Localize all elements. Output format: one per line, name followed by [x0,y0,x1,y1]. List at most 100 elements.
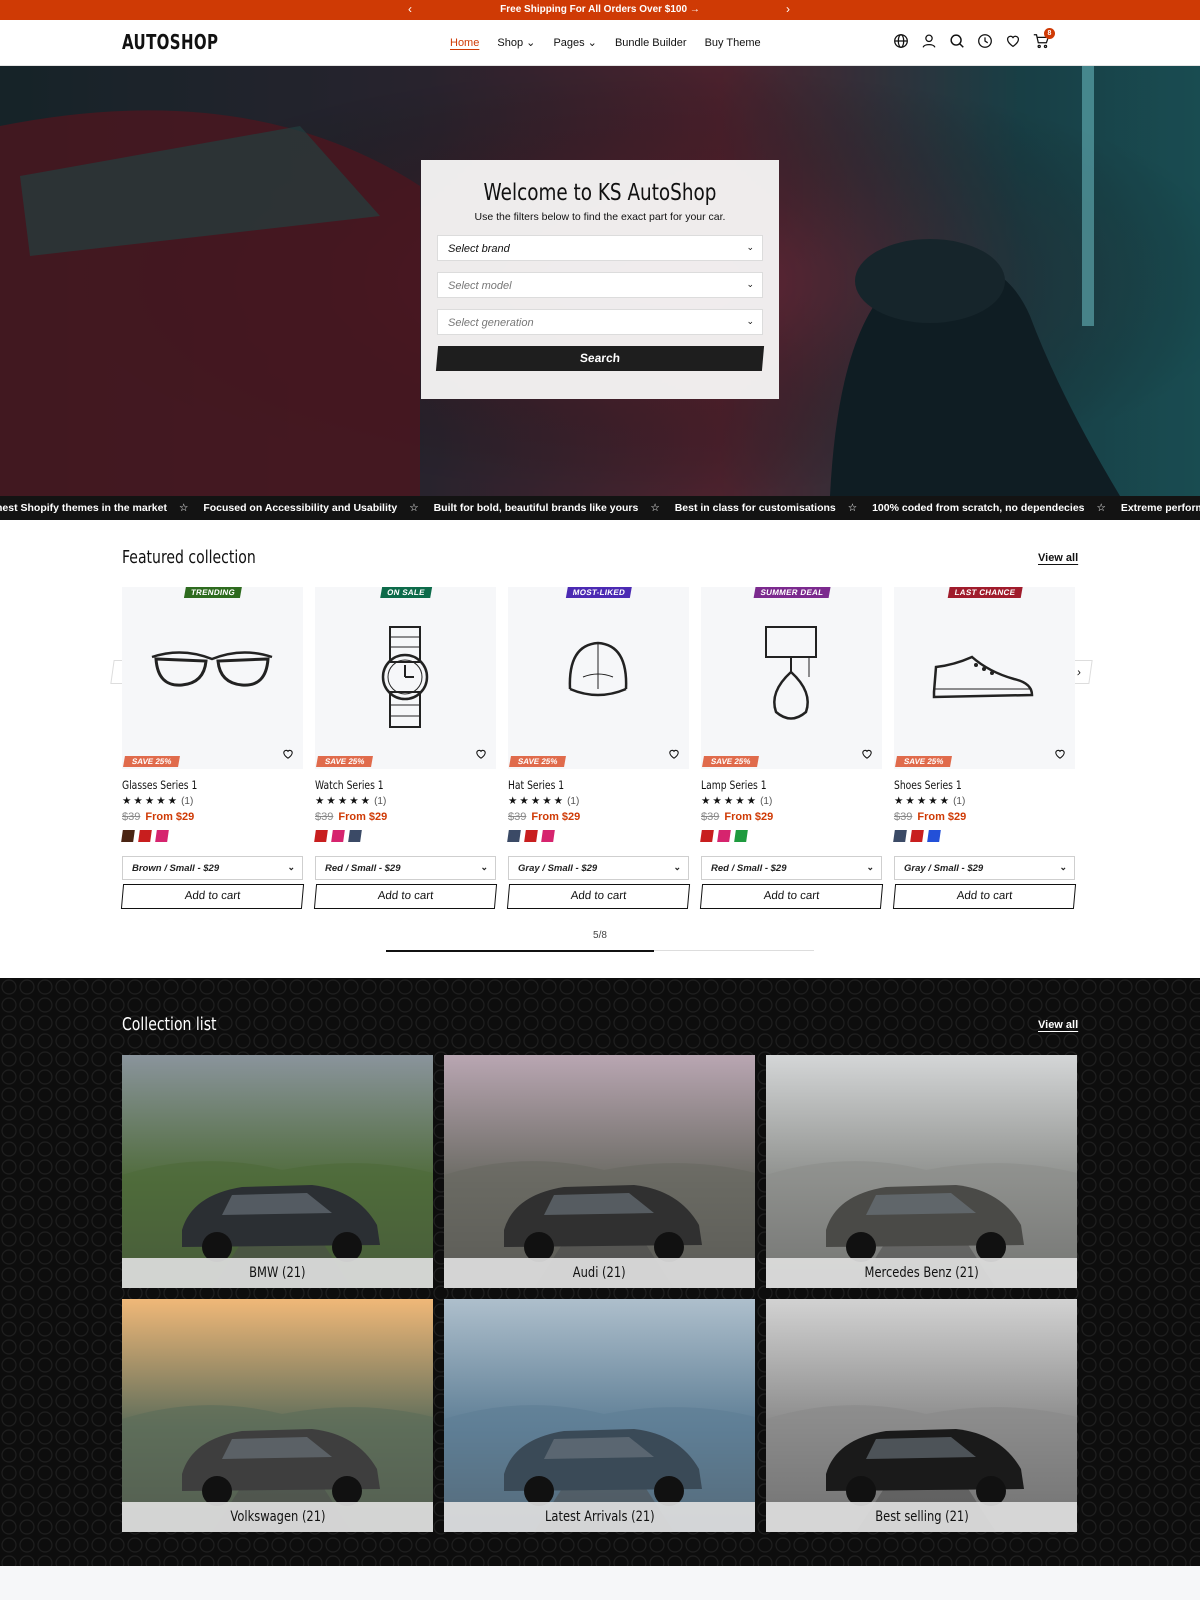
color-swatch[interactable] [331,830,345,842]
product-badge: TRENDING [183,587,242,598]
nav-shop[interactable]: Shop ⌄ [497,36,535,49]
price: $39 From $29 [315,811,496,823]
collection-tile[interactable]: Latest Arrivals (21) [444,1299,755,1532]
logo[interactable]: AUTOSHOP [122,30,218,54]
wishlist-heart-icon[interactable] [667,747,681,761]
user-icon[interactable] [920,32,938,50]
select-model[interactable]: Select model ⌄ [437,272,763,298]
collection-label-text: Mercedes Benz (21) [864,1265,979,1281]
color-swatch[interactable] [927,830,941,842]
product-card[interactable]: SUMMER DEAL SAVE 25% Lamp Series 1 ★★★★★… [699,587,884,909]
wishlist-heart-icon[interactable] [860,747,874,761]
product-name[interactable]: Lamp Series 1 [701,778,846,792]
nav-home[interactable]: Home [450,37,479,49]
select-brand[interactable]: Select brand ⌄ [437,235,763,261]
select-generation[interactable]: Select generation ⌄ [437,309,763,335]
wishlist-heart-icon[interactable] [281,747,295,761]
star-icon: ☆ [178,502,189,514]
product-name[interactable]: Glasses Series 1 [122,778,267,792]
collection-label[interactable]: Latest Arrivals (21) [444,1502,755,1532]
clock-icon[interactable] [976,32,994,50]
chevron-down-icon: ⌄ [746,279,754,289]
old-price: $39 [315,811,334,823]
color-swatch[interactable] [138,830,152,842]
color-swatch[interactable] [155,830,169,842]
add-to-cart-button[interactable]: Add to cart [892,884,1077,909]
color-swatch[interactable] [541,830,555,842]
collection-tile[interactable]: Mercedes Benz (21) [766,1055,1077,1288]
color-swatch[interactable] [524,830,538,842]
collection-label[interactable]: Best selling (21) [766,1502,1077,1532]
product-image[interactable]: MOST-LIKED SAVE 25% [508,587,689,769]
collection-view-all-link[interactable]: View all [1038,1019,1078,1031]
product-image[interactable]: ON SALE SAVE 25% [315,587,496,769]
product-card[interactable]: LAST CHANCE SAVE 25% Shoes Series 1 ★★★★… [892,587,1077,909]
chevron-down-icon: ⌄ [673,862,681,872]
color-swatch[interactable] [348,830,362,842]
variant-select[interactable]: Red / Small - $29 ⌄ [315,856,496,880]
product-name[interactable]: Hat Series 1 [508,778,653,792]
nav-buy-theme[interactable]: Buy Theme [705,37,761,49]
review-count: (1) [760,796,773,807]
review-count: (1) [567,796,580,807]
price: $39 From $29 [122,811,303,823]
product-image[interactable]: SUMMER DEAL SAVE 25% [701,587,882,769]
color-swatch[interactable] [910,830,924,842]
collection-label[interactable]: Volkswagen (21) [122,1502,433,1532]
collection-label[interactable]: BMW (21) [122,1258,433,1288]
product-card[interactable]: ON SALE SAVE 25% Watch Series 1 ★★★★★ (1)… [313,587,498,909]
sale-price: From $29 [531,811,581,823]
product-name[interactable]: Watch Series 1 [315,778,460,792]
collection-label[interactable]: Mercedes Benz (21) [766,1258,1077,1288]
featured-view-all-link[interactable]: View all [1038,552,1078,564]
color-swatch[interactable] [717,830,731,842]
collection-label[interactable]: Audi (21) [444,1258,755,1288]
product-card[interactable]: TRENDING SAVE 25% Glasses Series 1 ★★★★★… [120,587,305,909]
add-to-cart-button[interactable]: Add to cart [699,884,884,909]
collection-tile[interactable]: BMW (21) [122,1055,433,1288]
cart-button[interactable]: 8 [1032,28,1055,50]
nav-pages[interactable]: Pages ⌄ [553,36,596,49]
star-icon: ☆ [650,502,660,514]
variant-select[interactable]: Gray / Small - $29 ⌄ [894,856,1075,880]
collection-tile[interactable]: Best selling (21) [766,1299,1077,1532]
variant-select[interactable]: Brown / Small - $29 ⌄ [122,856,303,880]
collection-label-text: Volkswagen (21) [229,1509,326,1525]
wishlist-heart-icon[interactable] [474,747,488,761]
chevron-down-icon: ⌄ [746,242,754,252]
hero-title: Welcome to KS AutoShop [483,180,717,206]
star-icon: ☆ [847,502,858,514]
announcement-text[interactable]: Free Shipping For All Orders Over $100 [500,4,687,15]
add-to-cart-button[interactable]: Add to cart [120,884,305,909]
collection-tile[interactable]: Audi (21) [444,1055,755,1288]
product-name[interactable]: Shoes Series 1 [894,778,1039,792]
search-icon[interactable] [948,32,966,50]
variant-select[interactable]: Red / Small - $29 ⌄ [701,856,882,880]
heart-icon[interactable] [1004,32,1022,50]
variant-select[interactable]: Gray / Small - $29 ⌄ [508,856,689,880]
collection-tile[interactable]: Volkswagen (21) [122,1299,433,1532]
add-to-cart-button[interactable]: Add to cart [313,884,498,909]
car-photo [122,1299,433,1532]
stars-icon: ★★★★★ [315,795,373,807]
product-image[interactable]: TRENDING SAVE 25% [122,587,303,769]
collection-label-text: BMW (21) [249,1265,306,1281]
color-swatch[interactable] [314,830,328,842]
color-swatch[interactable] [121,830,135,842]
color-swatch[interactable] [893,830,907,842]
color-swatch[interactable] [507,830,521,842]
collection-list: Collection list View all BMW (21) Audi (… [0,978,1200,1566]
add-to-cart-button[interactable]: Add to cart [506,884,691,909]
color-swatch[interactable] [734,830,748,842]
product-image[interactable]: LAST CHANCE SAVE 25% [894,587,1075,769]
color-swatch[interactable] [700,830,714,842]
product-card[interactable]: MOST-LIKED SAVE 25% Hat Series 1 ★★★★★ (1… [506,587,691,909]
variant-select-value: Red / Small - $29 [711,863,787,874]
wishlist-heart-icon[interactable] [1053,747,1067,761]
feature-marquee: nest Shopify themes in the market ☆ Focus… [0,496,1200,520]
globe-icon[interactable] [892,32,910,50]
old-price: $39 [122,811,141,823]
nav-bundle-builder[interactable]: Bundle Builder [615,37,687,49]
search-button[interactable]: Search [435,346,765,371]
announcement-next-icon[interactable]: › [786,2,790,16]
